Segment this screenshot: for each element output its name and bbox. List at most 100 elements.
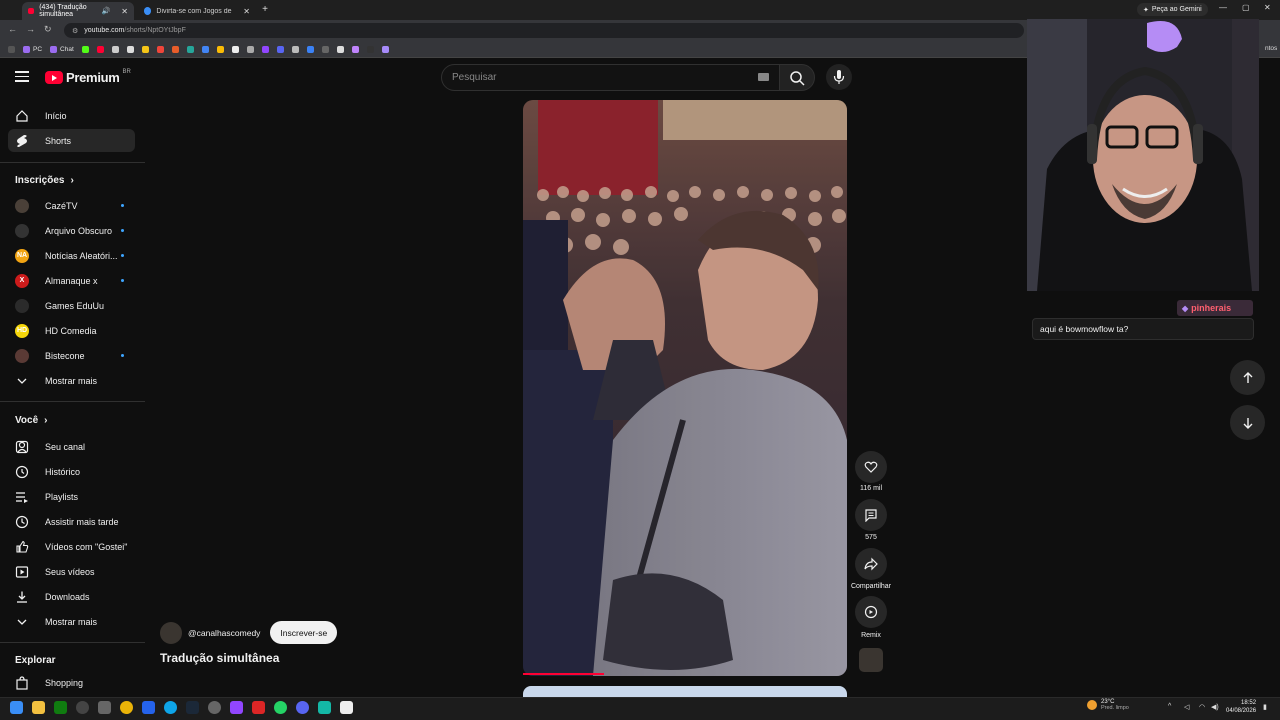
- new-tab-button[interactable]: +: [259, 4, 271, 16]
- wifi-icon[interactable]: ◠: [1199, 703, 1205, 711]
- app-icon[interactable]: [318, 701, 331, 714]
- subscribe-button[interactable]: Inscrever-se: [270, 621, 338, 644]
- sidebar-item-subscription[interactable]: CazéTV: [8, 194, 135, 217]
- sidebar-item-watch-later[interactable]: Assistir mais tarde: [8, 510, 135, 533]
- bookmark-generic[interactable]: [230, 44, 241, 54]
- start-icon[interactable]: [10, 701, 23, 714]
- tab-active[interactable]: (434) Tradução simultânea 🔊 ✕: [22, 2, 134, 20]
- bookmark-generic[interactable]: [185, 44, 196, 54]
- reload-icon[interactable]: ↻: [44, 24, 52, 35]
- youtube-logo[interactable]: Premium BR: [45, 69, 131, 85]
- notepad-icon[interactable]: [340, 701, 353, 714]
- speaker-icon[interactable]: 🔊: [102, 7, 111, 15]
- app-icon[interactable]: [142, 701, 155, 714]
- short-title[interactable]: Tradução simultânea: [160, 651, 279, 665]
- bookmark-generic[interactable]: [260, 44, 271, 54]
- close-tab-icon[interactable]: ✕: [243, 7, 250, 16]
- share-button[interactable]: [855, 548, 887, 580]
- previous-short-button[interactable]: [1230, 360, 1265, 395]
- bookmark-generic[interactable]: [365, 44, 376, 54]
- sidebar-item-downloads[interactable]: Downloads: [8, 585, 135, 608]
- bookmark-generic[interactable]: [350, 44, 361, 54]
- chrome-icon[interactable]: [120, 701, 133, 714]
- edge-icon[interactable]: [164, 701, 177, 714]
- sidebar-item-channel[interactable]: Seu canal: [8, 435, 135, 458]
- like-button[interactable]: [855, 451, 887, 483]
- sidebar-item-your-videos[interactable]: Seus vídeos: [8, 560, 135, 583]
- search-input[interactable]: Pesquisar: [441, 64, 781, 91]
- bookmark-generic[interactable]: [200, 44, 211, 54]
- whatsapp-icon[interactable]: [274, 701, 287, 714]
- you-show-more[interactable]: Mostrar mais: [8, 610, 135, 633]
- sidebar-item-shorts[interactable]: Shorts: [8, 129, 135, 152]
- sidebar-item-subscription[interactable]: NA Notícias Aleatóri...: [8, 244, 135, 267]
- comments-button[interactable]: [855, 499, 887, 531]
- discord-icon[interactable]: [296, 701, 309, 714]
- close-tab-icon[interactable]: ✕: [121, 7, 128, 16]
- weather-widget[interactable]: 23°C Pred. limpo: [1087, 699, 1129, 711]
- sidebar-item-subscription[interactable]: Arquivo Obscuro: [8, 219, 135, 242]
- minimize-icon[interactable]: —: [1219, 3, 1227, 12]
- app-icon[interactable]: [252, 701, 265, 714]
- twitch-icon[interactable]: [230, 701, 243, 714]
- keyboard-icon[interactable]: [758, 73, 769, 81]
- site-info-icon[interactable]: ⚙: [72, 27, 78, 35]
- maximize-icon[interactable]: ▢: [1242, 3, 1250, 12]
- bookmark-generic[interactable]: [335, 44, 346, 54]
- bookmark-generic[interactable]: [290, 44, 301, 54]
- sidebar-item-liked[interactable]: Vídeos com "Gostei": [8, 535, 135, 558]
- sidebar-item-subscription[interactable]: Bistecone: [8, 344, 135, 367]
- next-short-button[interactable]: [1230, 405, 1265, 440]
- gemini-button[interactable]: ✦ Peça ao Gemini: [1137, 3, 1208, 16]
- steam-icon[interactable]: [186, 701, 199, 714]
- bookmark-generic[interactable]: [125, 44, 136, 54]
- menu-icon[interactable]: [15, 71, 29, 85]
- network-icon[interactable]: ◁: [1184, 703, 1189, 711]
- back-icon[interactable]: ←: [8, 24, 17, 34]
- video-progress-bar[interactable]: [523, 673, 604, 675]
- bookmark-pc[interactable]: PC: [21, 44, 44, 54]
- bookmark-generic[interactable]: [170, 44, 181, 54]
- address-bar[interactable]: ⚙ youtube.com /shorts/NptOYtJbpF: [64, 23, 1024, 38]
- bookmark-folder-label[interactable]: ntos: [1265, 45, 1277, 52]
- search-button[interactable]: [779, 64, 815, 91]
- sidebar-item-home[interactable]: Início: [8, 104, 135, 127]
- sidebar-item-subscription[interactable]: X Almanaque x: [8, 269, 135, 292]
- short-video-player[interactable]: [523, 100, 847, 676]
- app-icon[interactable]: [76, 701, 89, 714]
- bookmark-generic[interactable]: [275, 44, 286, 54]
- sidebar-item-subscription[interactable]: HD HD Comedia: [8, 319, 135, 342]
- you-heading[interactable]: Você ›: [15, 415, 48, 426]
- channel-handle[interactable]: @canalhascomedy: [188, 628, 260, 638]
- bookmark-generic[interactable]: [215, 44, 226, 54]
- remix-button[interactable]: [855, 596, 887, 628]
- bookmark-s[interactable]: [140, 44, 151, 54]
- bookmark-generic[interactable]: [245, 44, 256, 54]
- obs-icon[interactable]: [208, 701, 221, 714]
- volume-icon[interactable]: ◀): [1211, 703, 1219, 711]
- sidebar-item-playlists[interactable]: Playlists: [8, 485, 135, 508]
- bookmark-k[interactable]: [80, 44, 91, 54]
- subscriptions-show-more[interactable]: Mostrar mais: [8, 369, 135, 392]
- channel-avatar[interactable]: [160, 621, 182, 644]
- store-icon[interactable]: [98, 701, 111, 714]
- sound-thumbnail[interactable]: [859, 648, 883, 672]
- bookmark-p[interactable]: [155, 44, 166, 54]
- close-window-icon[interactable]: ✕: [1264, 3, 1271, 12]
- xbox-icon[interactable]: [54, 701, 67, 714]
- bookmark-chat[interactable]: Chat: [48, 44, 76, 54]
- taskbar-clock[interactable]: 18:52 04/08/2026: [1226, 699, 1256, 715]
- sidebar-item-shopping[interactable]: Shopping: [8, 671, 135, 694]
- bookmark-generic[interactable]: [380, 44, 391, 54]
- subscriptions-heading[interactable]: Inscrições ›: [15, 175, 74, 186]
- voice-search-button[interactable]: [826, 64, 852, 90]
- bookmark-steam[interactable]: [110, 44, 121, 54]
- bookmark-generic[interactable]: [305, 44, 316, 54]
- bookmark-apps[interactable]: [6, 44, 17, 54]
- bookmark-youtube[interactable]: [95, 44, 106, 54]
- sidebar-item-history[interactable]: Histórico: [8, 460, 135, 483]
- bookmark-generic[interactable]: [320, 44, 331, 54]
- notifications-icon[interactable]: ▮: [1263, 703, 1267, 711]
- tray-overflow-icon[interactable]: ^: [1168, 703, 1171, 710]
- tab-inactive[interactable]: Divirta-se com Jogos de Cassin ✕: [138, 2, 256, 20]
